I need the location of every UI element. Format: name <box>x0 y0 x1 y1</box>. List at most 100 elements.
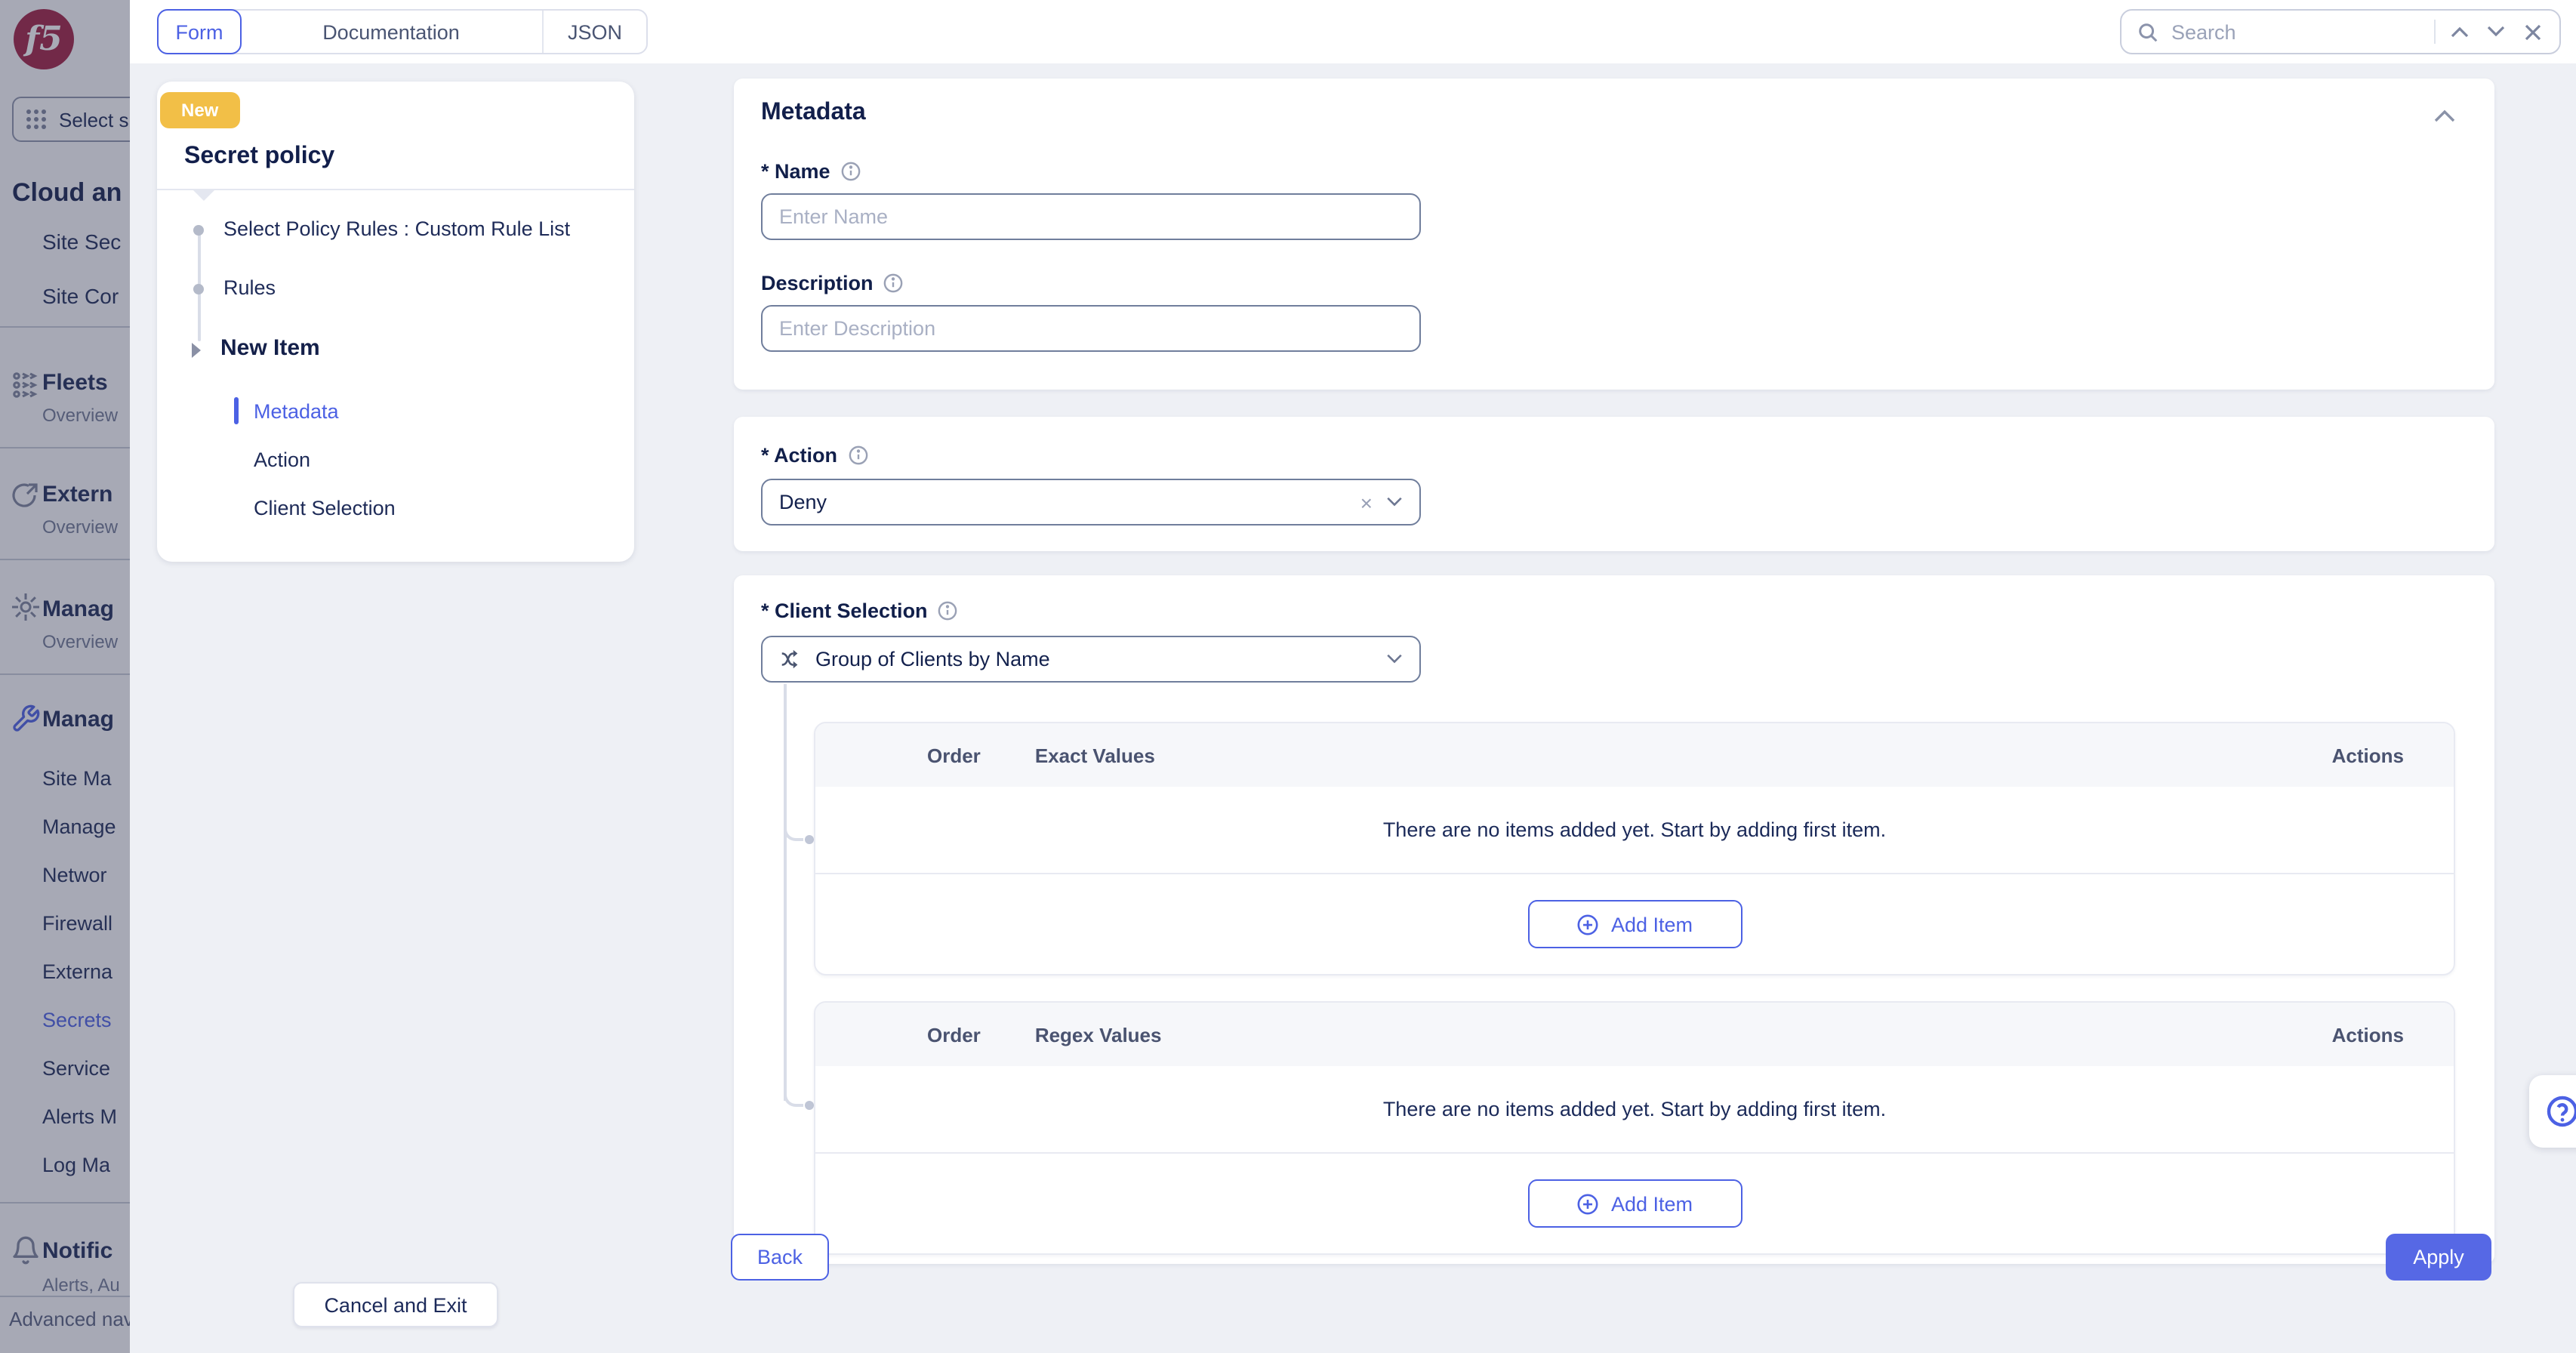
action-label-text: * Action <box>761 444 837 467</box>
client-selection-select-value: Group of Clients by Name <box>815 648 1373 670</box>
form-content: New Secret policy Select Policy Rules : … <box>130 63 2576 1353</box>
search-next-button[interactable] <box>2484 20 2508 44</box>
step-dot <box>193 225 204 236</box>
add-item-label: Add Item <box>1611 913 1693 935</box>
manage-wrench-icon <box>11 704 41 734</box>
sidebar-item-manage[interactable]: Manag <box>42 707 114 732</box>
substep-label: Metadata <box>254 399 339 422</box>
sidebar-item-fleets-sub: Overview <box>42 405 118 426</box>
sidebar-divider <box>0 326 130 328</box>
substep-client-selection[interactable]: Client Selection <box>234 494 616 521</box>
sidebar-item-services[interactable]: Service <box>42 1057 110 1080</box>
wizard-step-policy-rules[interactable]: Select Policy Rules : Custom Rule List <box>157 217 616 240</box>
question-circle-icon <box>2544 1093 2576 1130</box>
sidebar-divider <box>0 559 130 560</box>
sidebar-item-site-security[interactable]: Site Sec <box>42 230 121 254</box>
new-badge: New <box>160 92 239 128</box>
collapse-section-button[interactable] <box>2434 103 2455 130</box>
exact-values-table: Order Exact Values Actions There are no … <box>814 722 2455 975</box>
current-step-label: New Item <box>220 335 320 361</box>
sidebar-item-site-management[interactable]: Site Ma <box>42 767 112 790</box>
sidebar-item-networking[interactable]: Networ <box>42 864 107 886</box>
metadata-section-title: Metadata <box>761 100 866 127</box>
sidebar-item-fleets[interactable]: Fleets <box>42 370 108 396</box>
f5-logo-text: f5 <box>25 20 63 59</box>
wizard-step-new-item[interactable]: New Item <box>157 335 616 361</box>
client-selection-field-label: * Client Selection <box>761 599 958 622</box>
client-selection-section-card: * Client Selection Group of Clients by N… <box>734 575 2494 1264</box>
f5-logo[interactable]: f5 <box>14 9 74 69</box>
add-item-button[interactable]: Add Item <box>1527 1179 1742 1228</box>
name-field-label: * Name <box>761 160 861 183</box>
step-label: Select Policy Rules : Custom Rule List <box>223 217 570 240</box>
sidebar-item-external[interactable]: Extern <box>42 482 112 507</box>
tree-connector-dot <box>805 1101 814 1110</box>
table-header-row: Order Exact Values Actions <box>815 723 2454 787</box>
apply-button[interactable]: Apply <box>2386 1234 2491 1281</box>
back-button[interactable]: Back <box>731 1234 829 1281</box>
sidebar-item-firewall[interactable]: Firewall <box>42 912 112 935</box>
table-header-row: Order Regex Values Actions <box>815 1003 2454 1066</box>
sidebar-item-external-sub: Overview <box>42 516 118 538</box>
sidebar-item-manage-sub[interactable]: Manage <box>42 815 116 838</box>
sidebar-item-notifications-sub: Alerts, Au <box>42 1274 120 1296</box>
namespace-select[interactable]: Select s <box>12 97 130 142</box>
tree-connector-line <box>784 684 787 1101</box>
regex-values-table: Order Regex Values Actions There are no … <box>814 1001 2455 1255</box>
sidebar-item-site-connectivity[interactable]: Site Cor <box>42 284 119 308</box>
tab-json[interactable]: JSON <box>544 11 646 53</box>
action-select-value: Deny <box>779 491 1347 513</box>
add-item-row: Add Item <box>815 1154 2454 1253</box>
fleets-icon <box>11 368 41 399</box>
bell-icon <box>11 1235 41 1265</box>
name-input[interactable] <box>761 193 1421 240</box>
wizard-substeps: Metadata Action Client Selection <box>234 397 616 521</box>
description-field-label: Description <box>761 272 904 294</box>
form-topbar: Form Documentation JSON Search <box>130 0 2576 63</box>
info-icon[interactable] <box>841 162 861 181</box>
info-icon[interactable] <box>848 445 867 465</box>
substep-bar <box>234 445 239 473</box>
action-select[interactable]: Deny × <box>761 479 1421 525</box>
sidebar-item-log-management[interactable]: Log Ma <box>42 1154 110 1176</box>
substep-action[interactable]: Action <box>234 445 616 473</box>
tab-form[interactable]: Form <box>157 9 242 54</box>
tab-documentation[interactable]: Documentation <box>240 11 544 53</box>
info-icon[interactable] <box>884 273 904 293</box>
help-button[interactable] <box>2529 1075 2576 1148</box>
add-item-row: Add Item <box>815 874 2454 974</box>
sidebar-item-alerts-management[interactable]: Alerts M <box>42 1105 117 1128</box>
search-close-button[interactable] <box>2520 20 2544 44</box>
chevron-down-icon <box>1386 497 1403 507</box>
add-item-label: Add Item <box>1611 1192 1693 1215</box>
sidebar-item-managed-k8s[interactable]: Manag <box>42 596 114 622</box>
info-icon[interactable] <box>938 601 958 621</box>
main-panel: Form Documentation JSON Search <box>130 0 2576 1353</box>
cancel-and-exit-button[interactable]: Cancel and Exit <box>293 1282 498 1327</box>
substep-metadata[interactable]: Metadata <box>234 397 616 424</box>
sidebar-divider <box>0 673 130 675</box>
sidebar-divider <box>0 447 130 448</box>
current-step-arrow-icon <box>192 343 201 358</box>
advanced-nav-toggle[interactable]: Advanced nav <box>9 1308 130 1330</box>
sidebar-item-secrets[interactable]: Secrets <box>42 1009 112 1031</box>
substep-bar <box>234 494 239 521</box>
metadata-section-card: Metadata * Name Description <box>734 79 2494 390</box>
wizard-nav-card: New Secret policy Select Policy Rules : … <box>157 82 634 562</box>
sidebar-item-external-sub[interactable]: Externa <box>42 960 112 983</box>
description-input[interactable] <box>761 305 1421 352</box>
add-item-button[interactable]: Add Item <box>1527 900 1742 948</box>
wizard-step-rules[interactable]: Rules <box>157 276 616 299</box>
client-selection-select[interactable]: Group of Clients by Name <box>761 636 1421 683</box>
name-label-text: * Name <box>761 160 830 183</box>
grid-icon <box>26 109 47 130</box>
clear-selection-icon[interactable]: × <box>1360 492 1373 513</box>
sidebar: f5 Select s Cloud an Site Sec Site Cor F <box>0 0 130 1353</box>
search-placeholder: Search <box>2171 20 2422 43</box>
sidebar-divider <box>0 1202 130 1204</box>
search-input[interactable]: Search <box>2120 9 2561 54</box>
sidebar-divider <box>0 1296 130 1297</box>
chevron-up-icon <box>2451 26 2469 38</box>
search-prev-button[interactable] <box>2448 20 2472 44</box>
sidebar-item-notifications[interactable]: Notific <box>42 1238 112 1264</box>
